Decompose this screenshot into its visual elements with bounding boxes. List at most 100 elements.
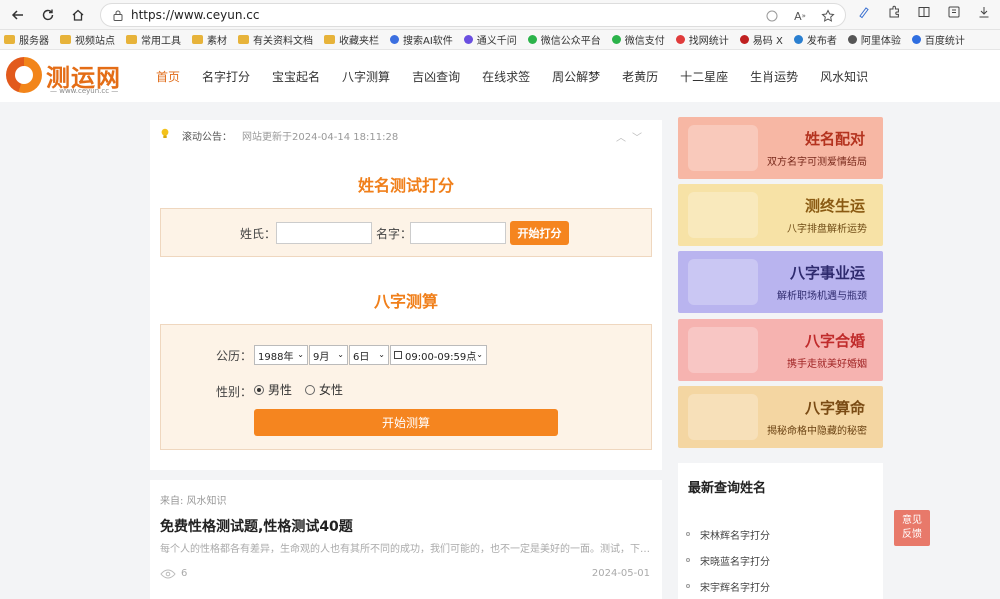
address-bar[interactable]: https://www.ceyun.cc A» <box>100 3 846 27</box>
bazi-form: 公历： 1988年 ⌄ 9月 ⌄ 6日 ⌄ 09:00-09:59点 ⌄ 性别： 男性 … <box>160 324 652 450</box>
bullet-icon <box>686 532 690 536</box>
name-test-form: 姓氏： 名字： 开始打分 <box>160 208 652 257</box>
bookmark-item[interactable]: 微信公众平台 <box>527 32 601 47</box>
nav-item[interactable]: 首页 <box>156 68 180 85</box>
latest-names-list: 宋林辉名字打分 宋晓蓝名字打分 宋宇辉名字打分 <box>686 521 770 599</box>
bookmark-item[interactable]: 百度统计 <box>911 32 965 47</box>
folder-icon <box>324 35 335 44</box>
bookmark-item[interactable]: 阿里体验 <box>847 32 901 47</box>
banner-subtitle: 携手走就美好婚姻 <box>787 359 867 370</box>
nav-item[interactable]: 在线求签 <box>482 68 530 85</box>
bookmark-item[interactable]: 搜索AI软件 <box>390 32 453 47</box>
radio-checked-icon <box>254 384 264 395</box>
promo-banner[interactable]: 八字算命 揭秘命格中隐藏的秘密 <box>678 386 883 448</box>
month-select[interactable]: 9月 ⌄ <box>309 345 348 365</box>
read-aloud-icon[interactable]: A» <box>791 7 809 25</box>
collections-icon[interactable] <box>945 3 963 21</box>
promo-banner[interactable]: 八字事业运解析职场机遇与瓶颈 <box>678 251 883 313</box>
promo-banner[interactable]: 八字合婚携手走就美好婚姻 <box>678 319 883 381</box>
surname-input[interactable] <box>276 222 372 244</box>
nav-item[interactable]: 生肖运势 <box>750 68 798 85</box>
folder-icon <box>4 35 15 44</box>
home-icon[interactable] <box>66 3 90 27</box>
nav-item[interactable]: 宝宝起名 <box>272 68 320 85</box>
back-icon[interactable] <box>6 3 30 27</box>
promo-banner[interactable]: 测终生运八字排盘解析运势 <box>678 184 883 246</box>
notice-arrows-icon[interactable]: ︿﹀ <box>616 129 648 144</box>
nav-item[interactable]: 吉凶查询 <box>412 68 460 85</box>
bookmark-item[interactable]: 找网统计 <box>675 32 729 47</box>
folder-icon <box>60 35 71 44</box>
translate-icon[interactable] <box>763 7 781 25</box>
nav-item[interactable]: 名字打分 <box>202 68 250 85</box>
bookmark-item[interactable]: 微信支付 <box>611 32 665 47</box>
year-select[interactable]: 1988年 ⌄ <box>254 345 308 365</box>
surname-label: 姓氏： <box>240 227 277 241</box>
bookmark-item[interactable]: 收藏夹栏 <box>324 32 379 47</box>
bookmark-item[interactable]: 易码 X <box>739 32 783 47</box>
gender-female-radio[interactable]: 女性 <box>305 381 343 398</box>
main-nav: 首页 名字打分 宝宝起名 八字测算 吉凶查询 在线求签 周公解梦 老黄历 十二星座 生肖运势 风水知… <box>156 50 890 102</box>
site-favicon-icon <box>675 35 685 44</box>
list-item[interactable]: 宋林辉名字打分 <box>686 521 770 547</box>
nav-item[interactable]: 八字测算 <box>342 68 390 85</box>
bullet-icon <box>686 558 690 562</box>
split-screen-icon[interactable] <box>915 3 933 21</box>
banner-illustration-icon <box>688 192 758 238</box>
favorite-star-icon[interactable] <box>819 7 837 25</box>
list-item[interactable]: 宋晓蓝名字打分 <box>686 547 770 573</box>
bookmark-item[interactable]: 有关资料文档 <box>238 32 313 47</box>
start-score-button[interactable]: 开始打分 <box>510 221 569 245</box>
promo-banner[interactable]: 姓名配对双方名字可测爱情结局 <box>678 117 883 179</box>
day-select[interactable]: 6日 ⌄ <box>349 345 389 365</box>
feedback-button[interactable]: 意见 反馈 <box>894 510 930 546</box>
bulb-icon <box>160 128 170 142</box>
bookmark-item[interactable]: 服务器 <box>4 32 49 47</box>
site-favicon-icon <box>390 35 399 44</box>
clock-icon <box>394 351 402 359</box>
site-favicon-icon <box>527 35 537 44</box>
banner-subtitle: 揭秘命格中隐藏的秘密 <box>767 426 867 437</box>
extensions-icon[interactable] <box>885 3 903 21</box>
browser-toolbar: https://www.ceyun.cc A» … <box>0 0 1000 30</box>
banner-illustration-icon <box>688 327 758 373</box>
banner-subtitle: 解析职场机遇与瓶颈 <box>777 291 867 302</box>
banner-title: 八字事业运 <box>789 264 865 282</box>
given-name-input[interactable] <box>410 222 506 244</box>
list-item[interactable]: 宋宇辉名字打分 <box>686 573 770 599</box>
bookmark-item[interactable]: 通义千问 <box>463 32 517 47</box>
banner-title: 八字合婚 <box>804 332 865 350</box>
nav-item[interactable]: 风水知识 <box>820 68 868 85</box>
nav-item[interactable]: 老黄历 <box>622 68 658 85</box>
download-icon[interactable] <box>975 3 993 21</box>
article-views: 6 <box>160 568 187 579</box>
article-tag[interactable]: 来自: 风水知识 <box>160 492 227 507</box>
bookmark-item[interactable]: 素材 <box>192 32 227 47</box>
banner-title: 姓名配对 <box>804 130 865 148</box>
nav-item[interactable]: 周公解梦 <box>552 68 600 85</box>
hour-select[interactable]: 09:00-09:59点 ⌄ <box>390 345 487 365</box>
site-favicon-icon <box>911 35 921 44</box>
banner-subtitle: 双方名字可测爱情结局 <box>767 157 867 168</box>
notice-text: 网站更新于2024-04-14 18:11:28 <box>242 131 399 143</box>
article-title[interactable]: 免费性格测试题,性格测试40题 <box>160 516 353 536</box>
banner-illustration-icon <box>688 259 758 305</box>
folder-icon <box>238 35 249 44</box>
logo-url: — www.ceyun.cc — <box>50 87 119 95</box>
article-card[interactable]: 来自: 风水知识 免费性格测试题,性格测试40题 每个人的性格都各有差异，生命观… <box>150 480 662 599</box>
bookmark-item[interactable]: 发布者 <box>793 32 837 47</box>
refresh-icon[interactable] <box>36 3 60 27</box>
start-bazi-button[interactable]: 开始测算 <box>254 409 558 436</box>
calendar-label: 公历： <box>216 349 253 363</box>
pen-icon[interactable] <box>855 3 873 21</box>
banner-subtitle: 八字排盘解析运势 <box>787 224 867 235</box>
latest-names-card: 最新查询姓名 宋林辉名字打分 宋晓蓝名字打分 宋宇辉名字打分 <box>678 463 883 599</box>
bookmark-item[interactable]: 常用工具 <box>126 32 181 47</box>
banner-title: 测终生运 <box>804 197 865 215</box>
folder-icon <box>192 35 203 44</box>
site-logo[interactable]: 测运网 — www.ceyun.cc — <box>6 57 122 95</box>
bookmark-item[interactable]: 视频站点 <box>60 32 115 47</box>
nav-item[interactable]: 十二星座 <box>680 68 728 85</box>
gender-male-radio[interactable]: 男性 <box>254 381 292 398</box>
article-date: 2024-05-01 <box>591 568 650 579</box>
